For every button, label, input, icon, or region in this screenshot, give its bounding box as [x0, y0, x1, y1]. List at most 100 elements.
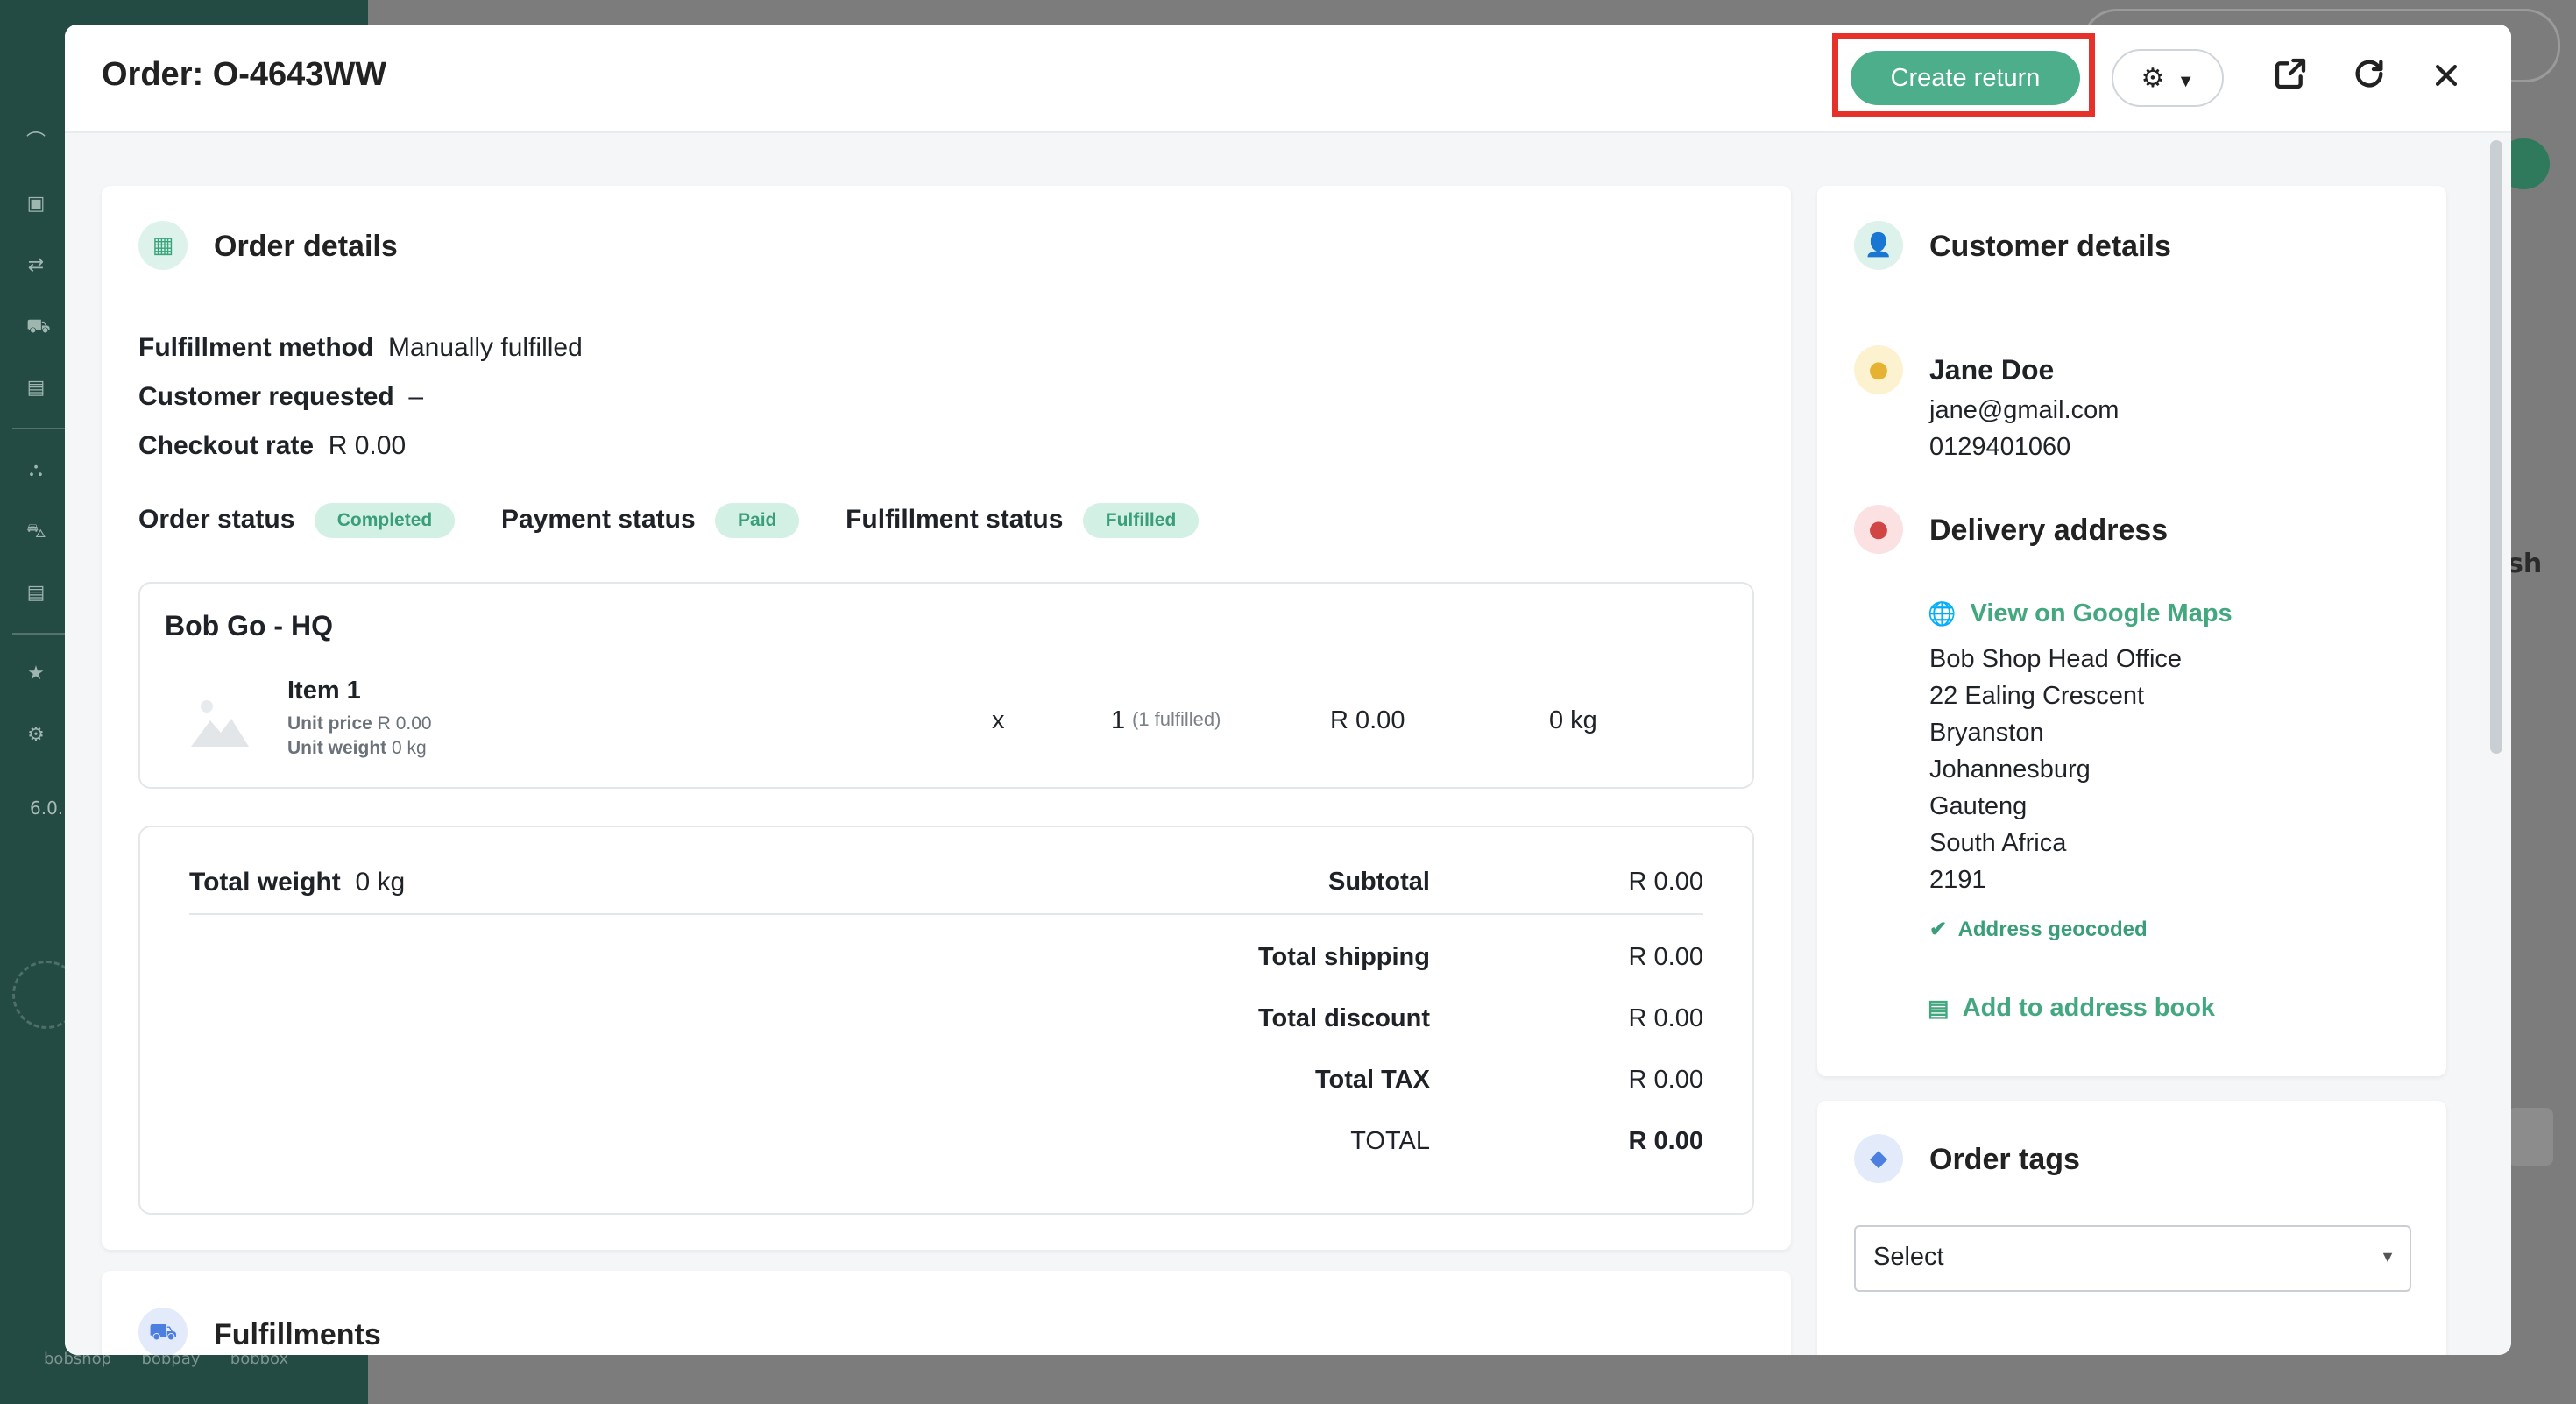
fulfillment-method-row: Fulfillment method Manually fulfilled: [138, 333, 583, 363]
customer-name: Jane Doe: [1929, 354, 2055, 386]
fulfillment-status-label: Fulfillment status: [846, 504, 1064, 534]
grand-total-label: TOTAL: [1350, 1127, 1430, 1155]
user-icon: ●: [1854, 345, 1903, 394]
total-weight-value: 0 kg: [355, 868, 406, 897]
unit-weight-label: Unit weight: [287, 738, 387, 758]
total-shipping-label: Total shipping: [1258, 943, 1430, 971]
map-pin-icon: ●: [1854, 505, 1903, 554]
order-status-label: Order status: [138, 504, 295, 534]
total-shipping-value: R 0.00: [1628, 943, 1703, 971]
address-line-4: Johannesburg: [1929, 755, 2091, 784]
contacts-icon: ▤: [26, 377, 46, 399]
grand-total-value: R 0.00: [1628, 1127, 1703, 1155]
order-tags-card: ◆ Order tags Select ▼: [1817, 1101, 2446, 1355]
total-discount-label: Total discount: [1257, 1004, 1430, 1032]
address-book-icon: ▤: [1928, 995, 1950, 1021]
subtotal-value: R 0.00: [1628, 868, 1703, 896]
order-tags-select-value: Select: [1873, 1243, 1944, 1271]
delivery-address-title: Delivery address: [1929, 514, 2169, 547]
location-name: Bob Go - HQ: [165, 610, 333, 642]
open-external-icon[interactable]: [2268, 56, 2313, 102]
address-geocoded-label: Address geocoded: [1957, 918, 2148, 941]
fulfillments-card: ⛟ Fulfillments: [102, 1271, 1791, 1355]
order-modal: Order: O-4643WW Create return ⚙ ▼ ▦ Orde…: [65, 25, 2511, 1355]
documents-icon: ▤: [26, 582, 46, 604]
customer-phone: 0129401060: [1929, 433, 2071, 461]
google-maps-label: View on Google Maps: [1970, 599, 2233, 628]
refresh-icon[interactable]: [2346, 56, 2392, 102]
item-image-placeholder-icon: [189, 694, 251, 748]
item-weight: 0 kg: [1549, 706, 1597, 734]
create-return-highlight: Create return: [1832, 33, 2095, 117]
item-times: x: [992, 706, 1005, 734]
totals-box: Total weight 0 kg Subtotal R 0.00 Total …: [138, 826, 1754, 1215]
total-discount-value: R 0.00: [1628, 1004, 1703, 1032]
order-calendar-icon: ▦: [138, 221, 188, 270]
address-geocoded: ✔ Address geocoded: [1929, 917, 2148, 942]
settings-dropdown-button[interactable]: ⚙ ▼: [2112, 49, 2224, 107]
select-caret-icon: ▼: [2380, 1248, 2396, 1266]
checkout-rate-label: Checkout rate: [138, 431, 315, 460]
caret-down-icon: ▼: [2176, 71, 2195, 91]
totals-divider: [189, 913, 1703, 915]
background-panel: [2508, 1108, 2553, 1166]
orders-icon: ▣: [26, 193, 46, 215]
order-details-card: ▦ Order details Fulfillment method Manua…: [102, 186, 1791, 1250]
address-line-6: South Africa: [1929, 829, 2067, 857]
sidebar-divider: [12, 428, 65, 429]
customer-details-card: 👤 Customer details ● Jane Doe jane@gmail…: [1817, 186, 2446, 1076]
fulfillment-method-label: Fulfillment method: [138, 333, 374, 362]
shipments-icon: ⛟: [26, 316, 51, 337]
customer-details-title: Customer details: [1929, 230, 2171, 263]
address-line-2: 22 Ealing Crescent: [1929, 682, 2145, 710]
payment-status-badge: Paid: [715, 503, 800, 538]
star-icon: ★: [27, 663, 45, 684]
user-check-icon: 👤: [1854, 221, 1903, 270]
item-qty: 1: [1111, 706, 1126, 734]
truck-icon: ⛟: [138, 1308, 188, 1355]
fulfillment-method-value: Manually fulfilled: [388, 333, 583, 362]
customer-requested-value: –: [408, 382, 424, 411]
subtotal-label: Subtotal: [1328, 868, 1430, 896]
transfers-icon: ⇄: [27, 254, 45, 276]
address-line-1: Bob Shop Head Office: [1929, 645, 2183, 673]
close-icon[interactable]: [2424, 56, 2469, 102]
location-box: Bob Go - HQ Item 1 Unit price R 0.00 Uni…: [138, 582, 1754, 789]
modal-scrollbar[interactable]: [2490, 140, 2502, 754]
fulfillment-status-badge: Fulfilled: [1082, 503, 1200, 538]
total-tax-label: Total TAX: [1314, 1066, 1430, 1094]
check-circle-icon: ✔: [1929, 918, 1948, 941]
address-line-5: Gauteng: [1929, 792, 2028, 820]
unit-price-value: R 0.00: [377, 713, 432, 734]
payment-status-label: Payment status: [500, 504, 696, 534]
item-unit-weight: Unit weight 0 kg: [287, 738, 427, 759]
address-line-3: Bryanston: [1929, 719, 2044, 747]
customer-requested-row: Customer requested –: [138, 382, 423, 412]
item-fulfilled-note: (1 fulfilled): [1132, 708, 1221, 730]
sidebar-divider: [12, 633, 65, 635]
total-tax-value: R 0.00: [1628, 1066, 1703, 1094]
google-maps-link[interactable]: 🌐 View on Google Maps: [1928, 599, 2233, 628]
modal-title: Order: O-4643WW: [102, 56, 387, 93]
cart-icon: ⛍: [26, 521, 46, 542]
globe-icon: 🌐: [1928, 600, 1957, 627]
gear-icon: ⚙: [2141, 63, 2165, 93]
unit-weight-value: 0 kg: [392, 738, 427, 758]
order-status-badge: Completed: [314, 503, 456, 538]
customer-email: jane@gmail.com: [1929, 396, 2120, 424]
add-to-address-book-link[interactable]: ▤ Add to address book: [1928, 994, 2215, 1023]
total-weight-row: Total weight 0 kg: [189, 868, 405, 897]
fulfillments-title: Fulfillments: [214, 1318, 381, 1351]
total-weight-label: Total weight: [189, 868, 341, 897]
modal-body: ▦ Order details Fulfillment method Manua…: [65, 133, 2511, 1355]
item-name: Item 1: [287, 677, 361, 705]
address-line-7: 2191: [1929, 866, 1986, 894]
order-tags-select[interactable]: Select ▼: [1854, 1225, 2411, 1292]
customer-requested-label: Customer requested: [138, 382, 394, 411]
item-price: R 0.00: [1330, 706, 1405, 734]
item-unit-price: Unit price R 0.00: [287, 713, 432, 734]
app-version: 6.0.: [30, 798, 64, 819]
background-text: sh: [2508, 549, 2543, 579]
status-row: Order status Completed Payment status Pa…: [138, 503, 1200, 538]
create-return-button[interactable]: Create return: [1851, 51, 2080, 105]
